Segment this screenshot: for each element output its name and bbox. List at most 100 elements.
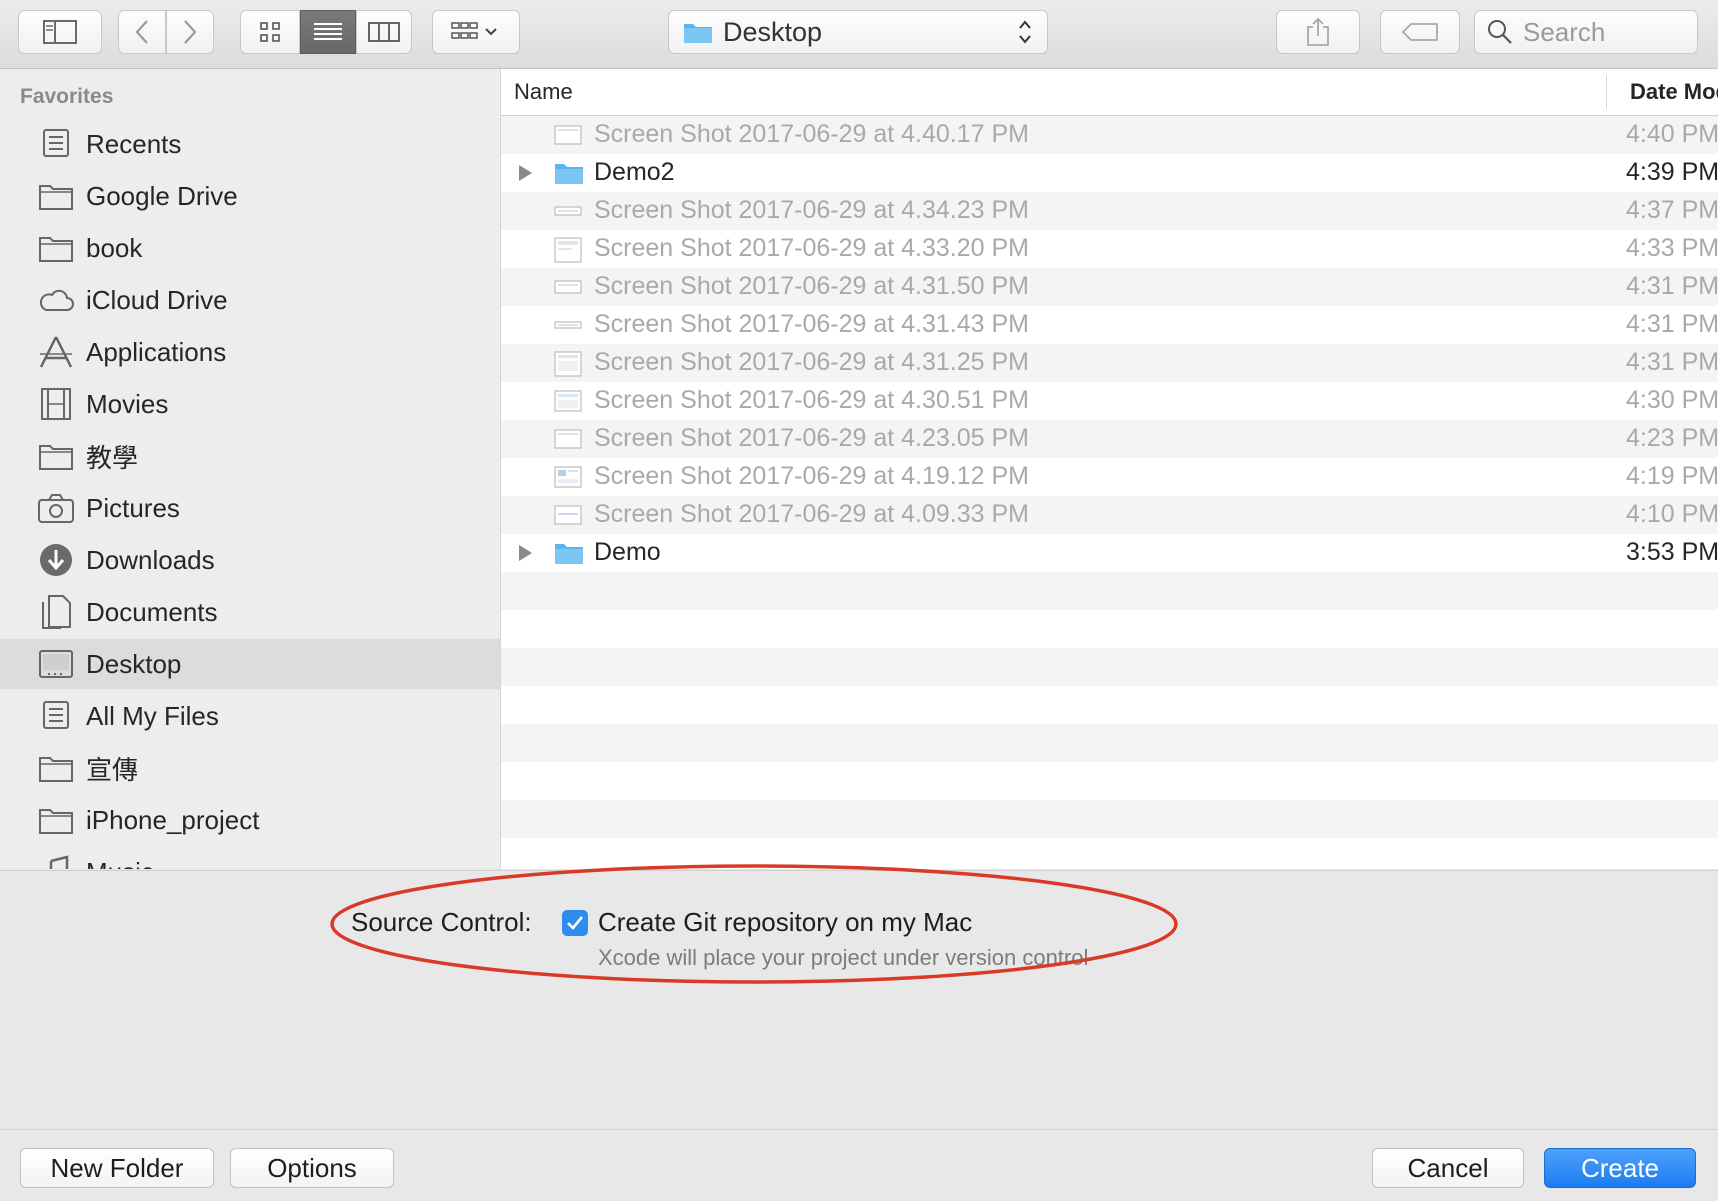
sidebar-item-google-drive[interactable]: Google Drive (0, 171, 500, 221)
sidebar-item-recents[interactable]: Recents (0, 119, 500, 169)
sidebar-item-documents[interactable]: Documents (0, 587, 500, 637)
sidebar-item-all-my-files[interactable]: All My Files (0, 691, 500, 741)
image-file-icon (554, 321, 582, 329)
location-label: Desktop (723, 16, 823, 47)
list-item[interactable]: Screen Shot 2017-06-29 at 4.19.12 PM 4:1… (501, 458, 1718, 496)
sidebar-item-label: 教學 (86, 442, 139, 473)
file-name: Screen Shot 2017-06-29 at 4.19.12 PM (594, 462, 1030, 490)
create-button[interactable]: Create (1544, 1148, 1696, 1188)
search-field[interactable] (1474, 10, 1698, 54)
arrange-icon (451, 22, 497, 39)
sidebar-toggle-button[interactable] (18, 10, 102, 54)
version-control-description: Xcode will place your project under vers… (598, 945, 1089, 970)
tag-icon (1401, 23, 1438, 41)
file-name: Screen Shot 2017-06-29 at 4.31.50 PM (594, 272, 1030, 300)
file-name: Screen Shot 2017-06-29 at 4.09.33 PM (594, 500, 1030, 528)
sidebar-item-pictures[interactable]: Pictures (0, 483, 500, 533)
file-date: 4:30 PM (1626, 386, 1718, 414)
list-item[interactable]: Screen Shot 2017-06-29 at 4.34.23 PM 4:3… (501, 192, 1718, 230)
list-item[interactable]: Screen Shot 2017-06-29 at 4.31.43 PM 4:3… (501, 306, 1718, 344)
file-list: Name Date Modified Screen Shot 2017-06-2… (501, 69, 1718, 869)
image-file-icon (554, 351, 582, 377)
sidebar-item-icloud-drive[interactable]: iCloud Drive (0, 275, 500, 325)
row-stripe (501, 800, 1718, 838)
file-date: 4:31 PM (1626, 272, 1718, 300)
list-item[interactable]: Screen Shot 2017-06-29 at 4.30.51 PM 4:3… (501, 382, 1718, 420)
sidebar-item-label: 宣傳 (86, 754, 139, 785)
file-name: Screen Shot 2017-06-29 at 4.31.25 PM (594, 348, 1030, 376)
create-git-repo-checkbox[interactable] (562, 910, 588, 936)
file-name: Demo (594, 538, 661, 566)
applications-icon (36, 332, 76, 372)
sidebar-item-desktop[interactable]: Desktop (0, 639, 500, 689)
folder-icon (555, 544, 583, 564)
file-date: 4:37 PM (1626, 196, 1718, 224)
sidebar-section-header: Favorites (20, 85, 114, 108)
file-date: 4:39 PM (1626, 158, 1718, 186)
options-button[interactable]: Options (230, 1148, 394, 1188)
list-view-button[interactable] (300, 10, 356, 54)
list-item[interactable]: Screen Shot 2017-06-29 at 4.40.17 PM 4:4… (501, 116, 1718, 154)
sidebar-item-promotion[interactable]: 宣傳 (0, 743, 500, 793)
search-icon (1488, 20, 1512, 44)
movies-icon (36, 384, 76, 424)
sidebar-item-iphone-project[interactable]: iPhone_project (0, 795, 500, 845)
file-date: 4:10 PM (1626, 500, 1718, 528)
list-item[interactable]: Screen Shot 2017-06-29 at 4.23.05 PM 4:2… (501, 420, 1718, 458)
list-item[interactable]: Demo 3:53 PM (501, 534, 1718, 572)
back-button[interactable] (118, 10, 166, 54)
image-file-icon (554, 429, 582, 449)
icon-view-button[interactable] (240, 10, 300, 54)
column-header-date[interactable]: Date Modified (1630, 79, 1718, 105)
list-item[interactable]: Demo2 4:39 PM (501, 154, 1718, 192)
sidebar: Favorites Recents Google Drive book iClo… (0, 69, 501, 869)
forward-button[interactable] (166, 10, 214, 54)
sidebar-item-downloads[interactable]: Downloads (0, 535, 500, 585)
sidebar-item-teaching[interactable]: 教學 (0, 431, 500, 481)
image-file-icon (554, 206, 582, 216)
disclosure-triangle-icon[interactable] (517, 544, 533, 562)
list-icon (314, 23, 342, 40)
new-folder-button[interactable]: New Folder (20, 1148, 214, 1188)
folder-icon (555, 164, 583, 184)
file-name: Screen Shot 2017-06-29 at 4.33.20 PM (594, 234, 1030, 262)
sidebar-item-movies[interactable]: Movies (0, 379, 500, 429)
column-header-name[interactable]: Name (514, 79, 573, 105)
list-item[interactable]: Screen Shot 2017-06-29 at 4.33.20 PM 4:3… (501, 230, 1718, 268)
folder-icon (36, 228, 76, 268)
sidebar-item-music[interactable]: Music (0, 847, 500, 869)
list-item[interactable]: Screen Shot 2017-06-29 at 4.31.50 PM 4:3… (501, 268, 1718, 306)
image-file-icon (554, 505, 582, 525)
column-view-button[interactable] (356, 10, 412, 54)
options-pane: Source Control: Create Git repository on… (0, 870, 1718, 1129)
file-name: Screen Shot 2017-06-29 at 4.34.23 PM (594, 196, 1030, 224)
search-input[interactable] (1521, 15, 1695, 49)
group-by-button[interactable] (432, 10, 520, 54)
column-divider[interactable] (1606, 75, 1607, 109)
cancel-button[interactable]: Cancel (1372, 1148, 1524, 1188)
tag-button[interactable] (1380, 10, 1460, 54)
sidebar-item-book[interactable]: book (0, 223, 500, 273)
image-file-icon (554, 280, 582, 294)
list-item[interactable]: Screen Shot 2017-06-29 at 4.31.25 PM 4:3… (501, 344, 1718, 382)
sidebar-item-label: Pictures (86, 492, 180, 523)
share-button[interactable] (1276, 10, 1360, 54)
cloud-icon (36, 280, 76, 320)
image-file-icon (554, 237, 582, 263)
disclosure-triangle-icon[interactable] (517, 164, 533, 182)
sidebar-item-label: iPhone_project (86, 804, 260, 835)
sidebar-item-label: Applications (86, 336, 227, 367)
sidebar-item-label: Google Drive (86, 180, 238, 211)
file-name: Screen Shot 2017-06-29 at 4.30.51 PM (594, 386, 1030, 414)
sidebar-item-label: book (86, 232, 143, 263)
sidebar-item-applications[interactable]: Applications (0, 327, 500, 377)
location-popup[interactable]: Desktop (668, 10, 1048, 54)
list-item[interactable]: Screen Shot 2017-06-29 at 4.09.33 PM 4:1… (501, 496, 1718, 534)
toolbar: Desktop (0, 0, 1718, 69)
sidebar-item-label: Desktop (86, 648, 182, 679)
chevron-left-icon (135, 20, 148, 44)
sidebar-item-label: Movies (86, 388, 169, 419)
bottom-bar: New Folder Options Cancel Create (0, 1129, 1718, 1201)
download-icon (36, 540, 76, 580)
create-git-repo-label[interactable]: Create Git repository on my Mac (598, 907, 972, 938)
